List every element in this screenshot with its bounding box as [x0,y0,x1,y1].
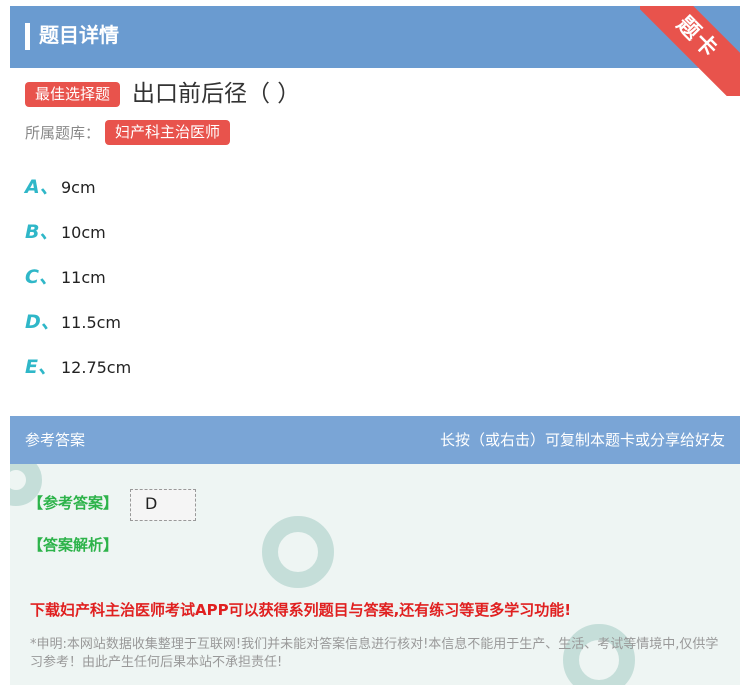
watermark-logo [262,516,334,588]
bank-tag[interactable]: 妇产科主治医师 [105,120,231,145]
option-letter: D、 [25,311,60,333]
answer-body: 【参考答案】 D 【答案解析】 下载妇产科主治医师考试APP可以获得系列题目与答… [10,464,740,685]
option-letter: A、 [25,176,59,198]
option-letter: B、 [25,221,59,243]
page-title: 题目详情 [39,23,119,47]
option-letter: C、 [25,266,58,288]
reference-answer-label: 【参考答案】 [28,494,119,512]
option-a[interactable]: A、 9cm [25,172,96,202]
bank-label: 所属题库： [25,124,101,142]
reference-answer-value: D [145,494,158,513]
card-header: 题目详情 [10,6,740,68]
answer-header-title: 参考答案 [25,431,86,449]
answer-header: 参考答案 长按（或右击）可复制本题卡或分享给好友 [10,416,740,464]
app-promo[interactable]: 下载妇产科主治医师考试APP可以获得系列题目与答案,还有练习等更多学习功能! [30,599,571,620]
option-text: 9cm [61,178,96,197]
card-ribbon: 题卡 [640,6,740,96]
question-title: 出口前后径（ ） [132,81,301,107]
disclaimer: *申明:本网站数据收集整理于互联网!我们并未能对答案信息进行核对!本信息不能用于… [30,637,719,670]
header-accent-bar [25,23,30,50]
option-text: 10cm [61,223,106,242]
question-type-tag: 最佳选择题 [25,82,121,107]
option-d[interactable]: D、11.5cm [25,307,121,337]
option-e[interactable]: E、 12.75cm [25,352,131,382]
option-c[interactable]: C、 11cm [25,262,106,292]
ribbon-container: 题卡 [640,6,740,96]
question-card: 题目详情 最佳选择题 出口前后径（ ） 所属题库： 妇产科主治医师 A、 9cm … [10,6,740,685]
option-text: 11cm [61,268,106,287]
analysis-label: 【答案解析】 [28,536,119,554]
reference-answer-image: D [130,489,196,521]
option-letter: E、 [25,356,57,378]
option-text: 12.75cm [61,358,132,377]
share-hint: 长按（或右击）可复制本题卡或分享给好友 [439,431,725,449]
option-b[interactable]: B、 10cm [25,217,106,247]
option-text: 11.5cm [61,313,122,332]
